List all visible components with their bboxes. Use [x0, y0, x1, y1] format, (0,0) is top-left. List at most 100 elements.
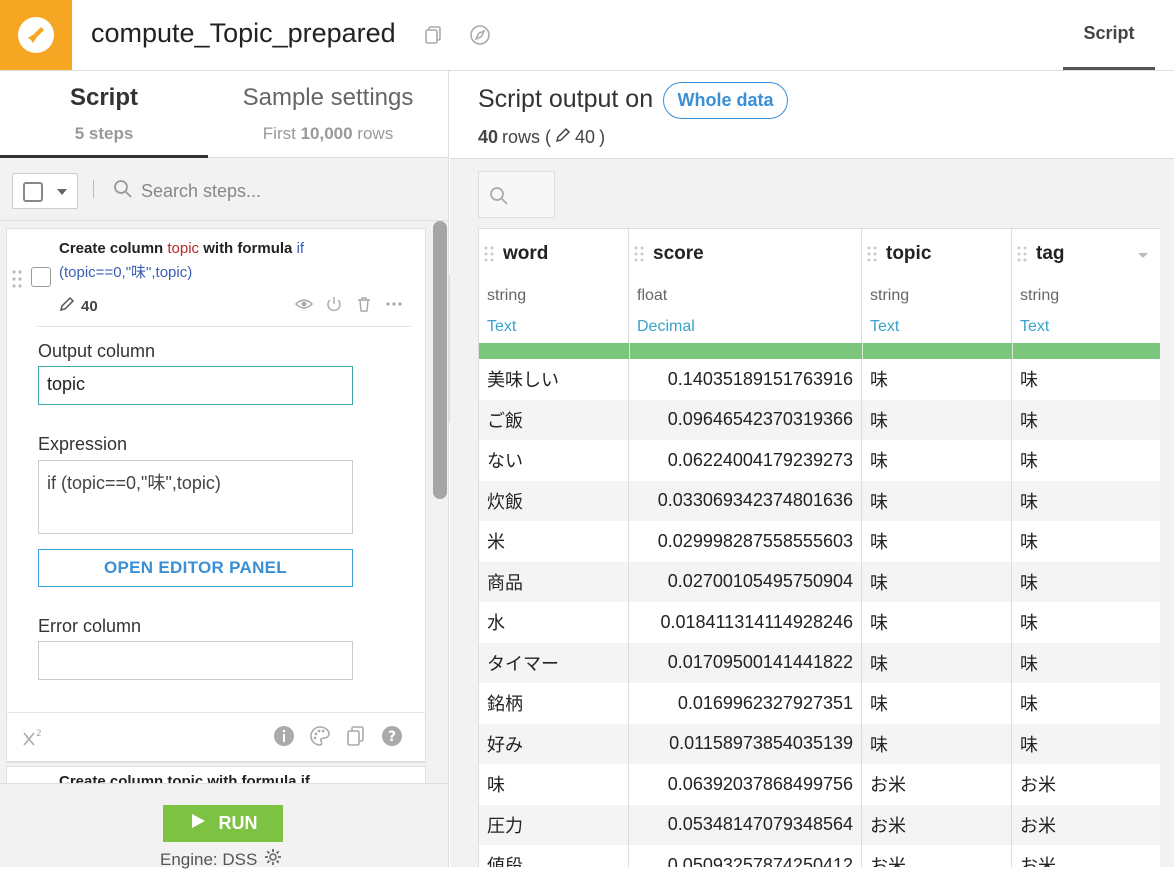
- table-cell-score[interactable]: 0.01158973854035139: [629, 723, 862, 764]
- select-all-checkbox[interactable]: [23, 182, 43, 202]
- copy-icon[interactable]: [423, 24, 445, 46]
- next-step-card[interactable]: Create column topic with formula if: [6, 766, 426, 784]
- table-cell-word[interactable]: 美味しい: [479, 359, 629, 400]
- expression-textarea[interactable]: if (topic==0,"味",topic): [38, 460, 353, 534]
- table-cell-topic[interactable]: 味: [862, 399, 1012, 440]
- recipe-title[interactable]: compute_Topic_prepared: [91, 18, 396, 49]
- table-cell-score[interactable]: 0.09646542370319366: [629, 399, 862, 440]
- table-cell-score[interactable]: 0.14035189151763916: [629, 359, 862, 400]
- table-cell-word[interactable]: ない: [479, 440, 629, 481]
- table-row[interactable]: 商品 0.02700105495750904 味味: [479, 561, 1160, 603]
- table-cell-topic[interactable]: お米: [862, 764, 1012, 805]
- column-header-tag[interactable]: tag string Text: [1012, 229, 1160, 343]
- table-cell-topic[interactable]: お米: [862, 804, 1012, 845]
- table-cell-topic[interactable]: 味: [862, 602, 1012, 643]
- table-row[interactable]: タイマー 0.01709500141441822 味味: [479, 642, 1160, 684]
- table-cell-word[interactable]: 値段: [479, 845, 629, 867]
- table-cell-tag[interactable]: 味: [1012, 643, 1160, 684]
- table-cell-tag[interactable]: 味: [1012, 481, 1160, 522]
- table-cell-word[interactable]: 炊飯: [479, 480, 629, 521]
- table-cell-topic[interactable]: 味: [862, 480, 1012, 521]
- table-cell-score[interactable]: 0.05093257874250412: [629, 845, 862, 867]
- open-editor-panel-button[interactable]: OPEN EDITOR PANEL: [38, 549, 353, 587]
- engine-selector[interactable]: Engine: DSS: [160, 847, 283, 872]
- table-cell-topic[interactable]: お米: [862, 845, 1012, 867]
- table-cell-tag[interactable]: 味: [1012, 359, 1160, 400]
- table-cell-topic[interactable]: 味: [862, 359, 1012, 400]
- table-row[interactable]: ご飯 0.09646542370319366 味味: [479, 399, 1160, 441]
- tab-sample-settings[interactable]: Sample settings First 10,000 rows: [208, 71, 448, 158]
- table-row[interactable]: 美味しい 0.14035189151763916 味味: [479, 359, 1160, 400]
- table-cell-topic[interactable]: 味: [862, 561, 1012, 602]
- drag-handle-icon[interactable]: [1017, 246, 1027, 262]
- output-column-input[interactable]: topic: [38, 366, 353, 405]
- column-meaning[interactable]: Text: [870, 318, 899, 336]
- drag-handle-icon[interactable]: [634, 246, 644, 262]
- table-cell-word[interactable]: 商品: [479, 561, 629, 602]
- gear-icon[interactable]: [263, 847, 283, 872]
- power-icon[interactable]: [325, 295, 343, 313]
- table-row[interactable]: 好み 0.01158973854035139 味味: [479, 723, 1160, 765]
- error-column-input[interactable]: [38, 641, 353, 680]
- table-cell-score[interactable]: 0.05348147079348564: [629, 804, 862, 845]
- table-cell-topic[interactable]: 味: [862, 642, 1012, 683]
- data-quality-bar[interactable]: [479, 343, 1160, 359]
- whole-data-button[interactable]: Whole data: [663, 82, 788, 119]
- table-cell-score[interactable]: 0.018411314114928246: [629, 602, 862, 643]
- formula-icon[interactable]: 2: [21, 727, 45, 754]
- column-header-topic[interactable]: topic string Text: [862, 229, 1012, 343]
- column-header-word[interactable]: word string Text: [479, 229, 629, 343]
- table-cell-word[interactable]: 味: [479, 764, 629, 805]
- table-cell-tag[interactable]: 味: [1012, 724, 1160, 765]
- table-cell-score[interactable]: 0.033069342374801636: [629, 480, 862, 521]
- table-cell-tag[interactable]: 味: [1012, 562, 1160, 603]
- table-cell-word[interactable]: 水: [479, 602, 629, 643]
- table-cell-score[interactable]: 0.06392037868499756: [629, 764, 862, 805]
- table-cell-word[interactable]: 圧力: [479, 804, 629, 845]
- table-cell-topic[interactable]: 味: [862, 723, 1012, 764]
- step-card[interactable]: Create column topic with formula if (topi…: [6, 228, 426, 763]
- help-icon[interactable]: ?: [381, 725, 403, 747]
- table-row[interactable]: 値段 0.05093257874250412 お米 お米: [479, 845, 1160, 867]
- table-cell-score[interactable]: 0.06224004179239273: [629, 440, 862, 481]
- table-search-button[interactable]: [478, 171, 555, 218]
- table-cell-word[interactable]: ご飯: [479, 399, 629, 440]
- table-cell-tag[interactable]: 味: [1012, 440, 1160, 481]
- select-all-dropdown[interactable]: [12, 173, 78, 209]
- table-cell-topic[interactable]: 味: [862, 683, 1012, 724]
- steps-scrollbar[interactable]: [433, 221, 447, 499]
- column-meaning[interactable]: Decimal: [637, 318, 695, 336]
- table-cell-tag[interactable]: 味: [1012, 521, 1160, 562]
- table-row[interactable]: 味 0.06392037868499756 お米 お米: [479, 764, 1160, 805]
- drag-handle-icon[interactable]: [484, 246, 494, 262]
- table-row[interactable]: 水 0.018411314114928246 味味: [479, 602, 1160, 643]
- drag-handle-icon[interactable]: [12, 269, 22, 289]
- table-cell-word[interactable]: 米: [479, 521, 629, 562]
- table-cell-score[interactable]: 0.02700105495750904: [629, 561, 862, 602]
- compass-icon[interactable]: [469, 24, 491, 46]
- table-cell-score[interactable]: 0.029998287558555603: [629, 521, 862, 562]
- drag-handle-icon[interactable]: [867, 246, 877, 262]
- search-steps-input[interactable]: Search steps...: [113, 176, 413, 206]
- column-meaning[interactable]: Text: [487, 318, 516, 336]
- chevron-down-icon[interactable]: [1138, 253, 1148, 258]
- table-cell-tag[interactable]: お米: [1012, 764, 1160, 805]
- step-description[interactable]: Create column topic with formula if (topi…: [59, 237, 359, 285]
- table-cell-score[interactable]: 0.01709500141441822: [629, 642, 862, 683]
- recipe-type-icon[interactable]: [0, 0, 72, 70]
- table-cell-topic[interactable]: 味: [862, 521, 1012, 562]
- table-cell-word[interactable]: 銘柄: [479, 683, 629, 724]
- table-cell-topic[interactable]: 味: [862, 440, 1012, 481]
- run-button[interactable]: RUN: [163, 805, 283, 842]
- more-icon[interactable]: [385, 295, 403, 313]
- table-cell-tag[interactable]: 味: [1012, 400, 1160, 441]
- table-cell-score[interactable]: 0.0169962327927351: [629, 683, 862, 724]
- column-meaning[interactable]: Text: [1020, 318, 1049, 336]
- tab-script-steps[interactable]: Script 5 steps: [0, 71, 208, 158]
- eye-icon[interactable]: [295, 295, 313, 313]
- table-row[interactable]: 銘柄 0.0169962327927351 味味: [479, 683, 1160, 724]
- palette-icon[interactable]: [309, 725, 331, 747]
- table-cell-tag[interactable]: お米: [1012, 845, 1160, 867]
- table-cell-tag[interactable]: 味: [1012, 602, 1160, 643]
- step-checkbox[interactable]: [31, 267, 51, 287]
